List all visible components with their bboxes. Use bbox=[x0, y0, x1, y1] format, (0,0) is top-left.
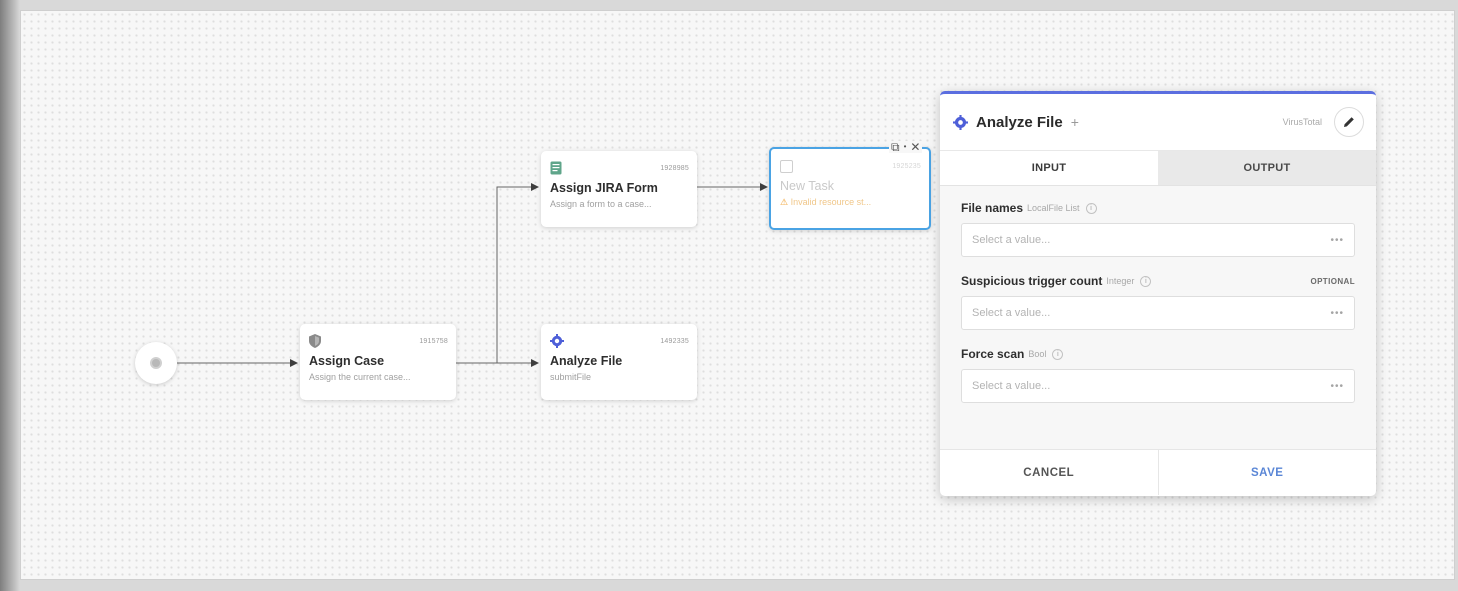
window-frame: 1915758 Assign Case Assign the current c… bbox=[0, 0, 1458, 591]
node-title: Analyze File bbox=[550, 354, 623, 368]
node-title: Assign JIRA Form bbox=[550, 181, 658, 195]
edit-button[interactable] bbox=[1334, 107, 1364, 137]
pencil-icon bbox=[1344, 117, 1354, 127]
node-title: New Task bbox=[780, 179, 834, 193]
integration-vendor: VirusTotal bbox=[1282, 117, 1322, 127]
field-label: File names bbox=[961, 201, 1024, 215]
field-type: Integer bbox=[1106, 276, 1135, 286]
node-id: 1492335 bbox=[660, 337, 689, 345]
add-icon[interactable]: + bbox=[1071, 114, 1079, 130]
gear-icon bbox=[550, 334, 564, 348]
info-icon[interactable]: i bbox=[1085, 202, 1097, 214]
panel-header: Analyze File + VirusTotal bbox=[940, 94, 1376, 150]
task-checkbox-icon bbox=[780, 159, 793, 173]
node-title: Assign Case bbox=[309, 354, 385, 368]
gear-icon bbox=[953, 114, 968, 130]
close-icon[interactable]: ✕ bbox=[910, 141, 920, 153]
info-icon[interactable]: i bbox=[1140, 275, 1152, 287]
warning-text: Invalid resource st... bbox=[790, 197, 872, 207]
node-assign-jira-form[interactable]: 1928985 Assign JIRA Form Assign a form t… bbox=[541, 151, 697, 227]
node-id: 1915758 bbox=[419, 337, 448, 345]
node-new-task[interactable]: 1925235 New Task ⚠ Invalid resource st..… bbox=[769, 147, 931, 230]
info-icon[interactable]: i bbox=[1052, 348, 1064, 360]
duplicate-icon[interactable]: ⧉ bbox=[891, 141, 900, 153]
more-icon[interactable]: ••• bbox=[1330, 308, 1344, 319]
node-toolbar: ⧉ • ✕ bbox=[889, 141, 923, 153]
select-placeholder: Select a value... bbox=[972, 307, 1051, 319]
field-label: Suspicious trigger count bbox=[961, 274, 1103, 288]
field-label: Force scan bbox=[961, 347, 1025, 361]
panel-footer: CANCEL SAVE bbox=[940, 449, 1376, 495]
node-id: 1925235 bbox=[892, 162, 921, 170]
edge-assign-case-to-jira-form bbox=[496, 183, 539, 363]
field-type: Bool bbox=[1028, 349, 1047, 359]
select-placeholder: Select a value... bbox=[972, 234, 1051, 246]
field-file-names: File names LocalFile List i Select a val… bbox=[961, 198, 1355, 257]
node-assign-case[interactable]: 1915758 Assign Case Assign the current c… bbox=[300, 324, 456, 400]
panel-body: File names LocalFile List i Select a val… bbox=[940, 186, 1376, 449]
node-config-panel: Analyze File + VirusTotal INPUT OUTPUT F… bbox=[940, 91, 1376, 496]
node-description: Assign the current case... bbox=[309, 372, 411, 382]
save-button[interactable]: SAVE bbox=[1157, 450, 1377, 495]
workflow-canvas[interactable]: 1915758 Assign Case Assign the current c… bbox=[20, 10, 1455, 580]
node-warning: ⚠ Invalid resource st... bbox=[780, 197, 921, 208]
node-id: 1928985 bbox=[660, 164, 689, 172]
more-icon[interactable]: ••• bbox=[1330, 235, 1344, 246]
suspicious-trigger-count-select[interactable]: Select a value... ••• bbox=[961, 296, 1355, 330]
warning-icon: ⚠ bbox=[780, 197, 789, 207]
cancel-button[interactable]: CANCEL bbox=[940, 450, 1158, 495]
force-scan-select[interactable]: Select a value... ••• bbox=[961, 369, 1355, 403]
field-type: LocalFile List bbox=[1027, 203, 1080, 213]
tab-output[interactable]: OUTPUT bbox=[1158, 151, 1376, 185]
select-placeholder: Select a value... bbox=[972, 380, 1051, 392]
start-node[interactable] bbox=[135, 342, 177, 384]
field-suspicious-trigger-count: Suspicious trigger count Integer i OPTIO… bbox=[961, 271, 1355, 330]
shield-icon bbox=[309, 334, 321, 348]
start-dot bbox=[150, 357, 162, 369]
field-force-scan: Force scan Bool i Select a value... ••• bbox=[961, 344, 1355, 403]
more-icon[interactable]: ••• bbox=[1330, 381, 1344, 392]
tab-input[interactable]: INPUT bbox=[940, 151, 1158, 185]
panel-title: Analyze File bbox=[976, 113, 1063, 131]
form-icon bbox=[550, 161, 562, 175]
panel-tabs: INPUT OUTPUT bbox=[940, 150, 1376, 186]
node-description: submitFile bbox=[550, 372, 592, 382]
node-description: Assign a form to a case... bbox=[550, 199, 652, 209]
optional-badge: OPTIONAL bbox=[1310, 276, 1355, 286]
node-analyze-file[interactable]: 1492335 Analyze File submitFile bbox=[541, 324, 697, 400]
more-dot-icon[interactable]: • bbox=[904, 141, 907, 153]
file-names-select[interactable]: Select a value... ••• bbox=[961, 223, 1355, 257]
